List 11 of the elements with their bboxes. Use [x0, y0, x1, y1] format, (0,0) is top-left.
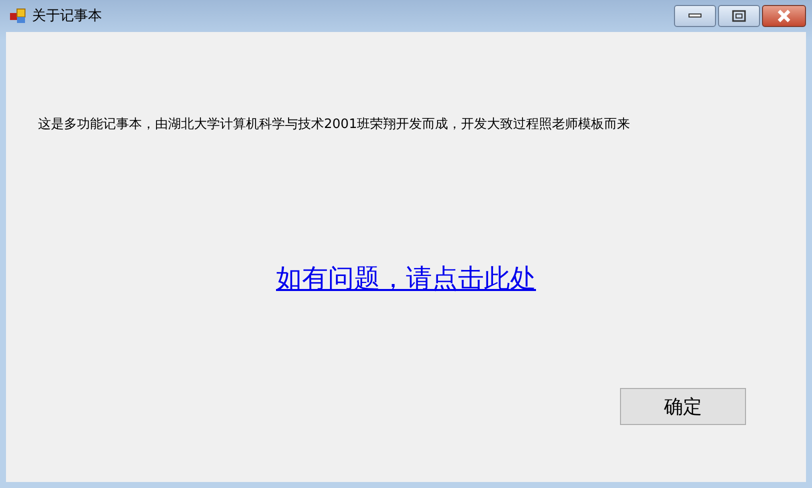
- maximize-button[interactable]: [718, 5, 760, 27]
- description-text: 这是多功能记事本，由湖北大学计算机科学与技术2001班荣翔开发而成，开发大致过程照老师模板而来: [38, 116, 632, 133]
- window-title: 关于记事本: [32, 7, 102, 25]
- help-link[interactable]: 如有问题，请点击此处: [276, 261, 536, 296]
- minimize-button[interactable]: [674, 5, 716, 27]
- ok-button[interactable]: 确定: [620, 388, 746, 425]
- minimize-icon: [688, 13, 702, 19]
- close-icon: [776, 9, 792, 23]
- close-button[interactable]: [762, 5, 806, 27]
- maximize-icon: [732, 10, 746, 22]
- app-icon: [10, 8, 26, 24]
